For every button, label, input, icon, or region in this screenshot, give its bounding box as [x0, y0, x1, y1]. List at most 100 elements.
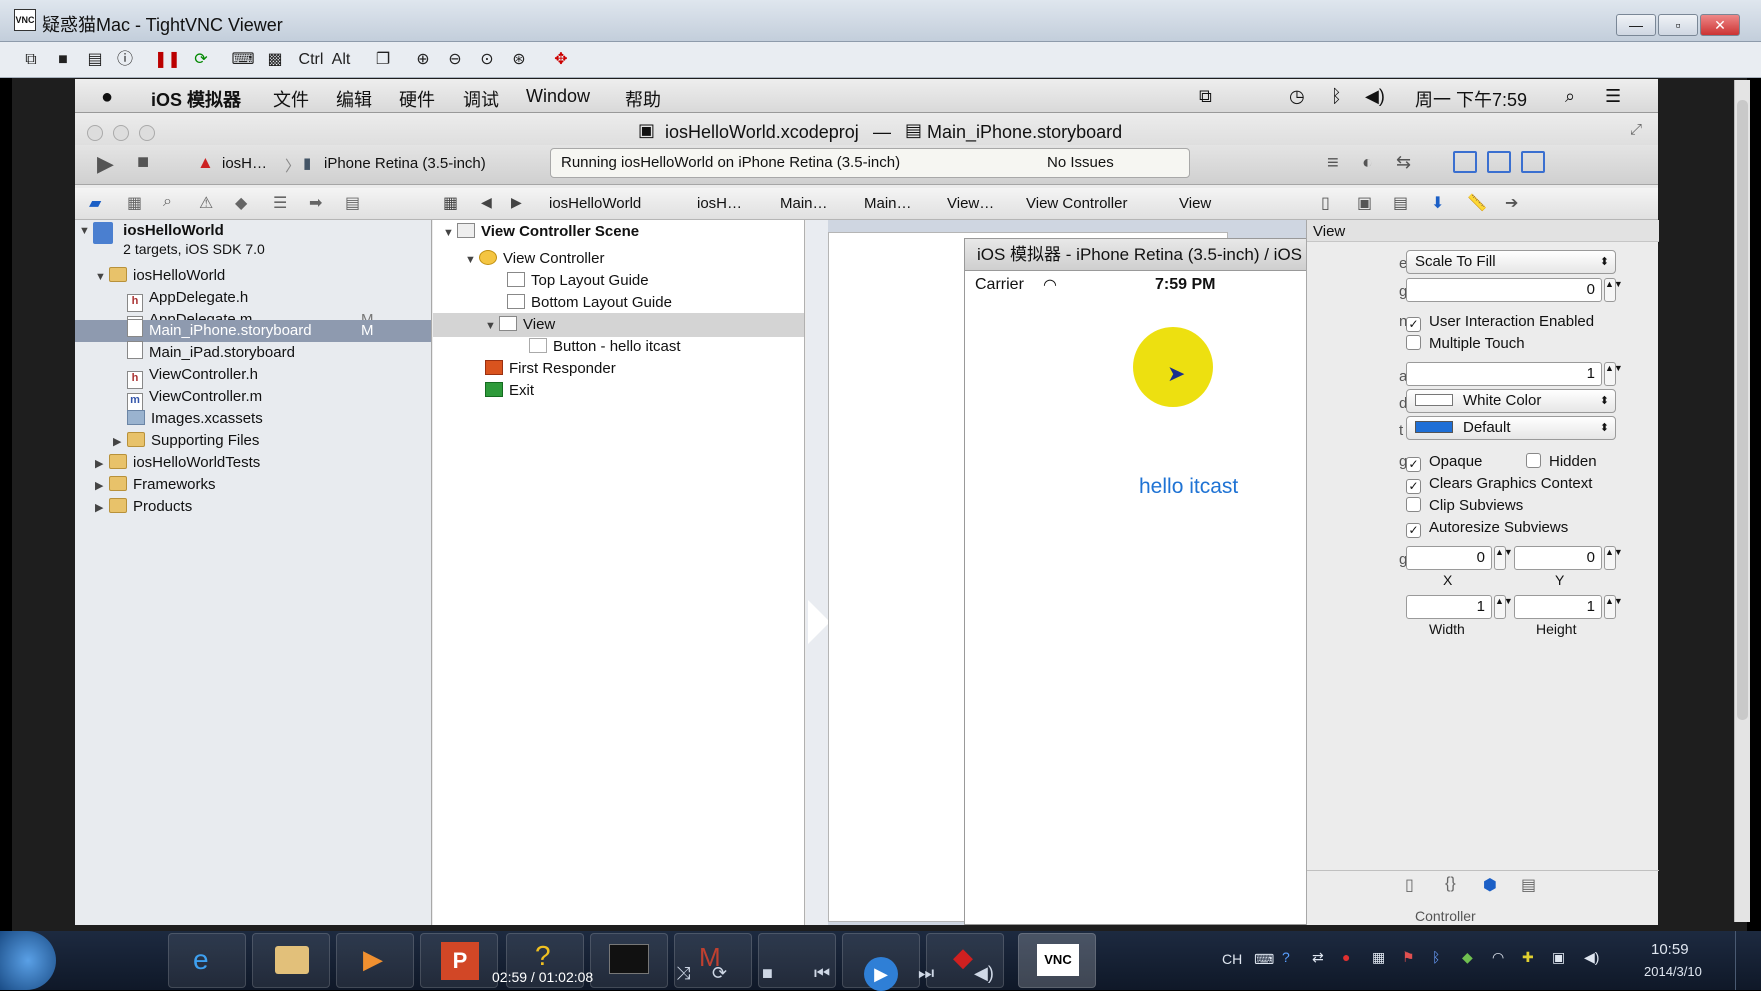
assistant-editor-icon[interactable]: ◐	[1362, 152, 1373, 173]
log-navigator-icon[interactable]: ▤	[345, 193, 360, 213]
close-button[interactable]: ✕	[1700, 14, 1740, 36]
file-inspector-icon[interactable]: ▯	[1321, 193, 1330, 213]
media-library-icon[interactable]: ▤	[1521, 875, 1536, 895]
jump-item-storyboard[interactable]: Main…	[780, 195, 828, 212]
stretch-height-stepper[interactable]: ▲▼	[1604, 595, 1623, 619]
fullscreen-icon[interactable]: ✥	[548, 47, 574, 73]
jump-item-scene[interactable]: View…	[947, 195, 994, 212]
apple-icon[interactable]: ●	[101, 86, 113, 109]
nav-group-row[interactable]: ▶ Products	[95, 495, 192, 519]
clip-subviews-checkbox[interactable]: Clip Subviews	[1406, 497, 1523, 514]
ie-taskbar-button[interactable]: e	[168, 933, 246, 988]
alpha-stepper[interactable]: ▲▼	[1604, 362, 1623, 386]
volume-icon[interactable]: ◀)	[1365, 86, 1385, 107]
nav-file-row[interactable]: h ViewController.h	[127, 363, 258, 389]
window-close-button[interactable]	[87, 125, 103, 141]
time-machine-icon[interactable]: ◷	[1289, 86, 1305, 107]
cmd-taskbar-button[interactable]	[590, 933, 668, 988]
stretch-x-stepper[interactable]: ▲▼	[1494, 546, 1513, 570]
new-connection-icon[interactable]: ⧉	[18, 47, 44, 73]
stretch-width-field[interactable]: 1	[1406, 595, 1492, 619]
test-navigator-icon[interactable]: ◆	[235, 193, 247, 213]
toggle-debug-area-icon[interactable]	[1487, 151, 1511, 173]
opaque-checkbox[interactable]: ✓ Opaque	[1406, 453, 1482, 472]
previous-icon[interactable]: ⏮	[814, 963, 830, 984]
nav-project-row[interactable]: ▼ iosHelloWorld 2 targets, iOS SDK 7.0	[79, 222, 265, 257]
multiple-touch-checkbox[interactable]: Multiple Touch	[1406, 335, 1525, 352]
issue-navigator-icon[interactable]: ⚠	[199, 193, 213, 213]
outline-view-row-selected[interactable]: ▼ View	[433, 313, 804, 337]
network-icon[interactable]: ▦	[1372, 949, 1385, 966]
menu-file[interactable]: 文件	[273, 86, 309, 112]
tray-icon-3[interactable]: ▣	[1552, 949, 1565, 966]
code-snippet-library-icon[interactable]: {}	[1445, 875, 1456, 893]
tint-color-popup[interactable]: Default ⬍	[1406, 416, 1616, 440]
project-navigator-icon[interactable]: ▰	[89, 193, 101, 213]
fullscreen-arrows-icon[interactable]: ⤢	[1630, 121, 1642, 138]
nav-file-row[interactable]: h AppDelegate.h	[127, 286, 427, 312]
repeat-icon[interactable]: ⟳	[712, 963, 727, 984]
hello-itcast-button[interactable]: hello itcast	[1139, 475, 1238, 499]
background-color-popup[interactable]: White Color ⬍	[1406, 389, 1616, 413]
menu-hardware[interactable]: 硬件	[399, 86, 435, 112]
powerpoint-taskbar-button[interactable]: P	[420, 933, 498, 988]
outline-vc-row[interactable]: ▼ View Controller	[465, 247, 604, 271]
save-icon[interactable]: ■	[50, 47, 76, 73]
pause-icon[interactable]: ❚❚	[154, 47, 181, 73]
jump-item-view-controller[interactable]: View Controller	[1026, 195, 1127, 212]
stretch-y-stepper[interactable]: ▲▼	[1604, 546, 1623, 570]
record-icon[interactable]: ●	[1342, 949, 1350, 965]
vnc-vertical-scrollbar[interactable]	[1734, 80, 1750, 922]
nav-group-row[interactable]: ▼ iosHelloWorld	[95, 264, 225, 288]
outline-scene-row[interactable]: ▼ View Controller Scene	[443, 220, 639, 244]
issues-text[interactable]: No Issues	[1047, 154, 1114, 171]
related-items-icon[interactable]: ▦	[443, 193, 458, 213]
identity-inspector-icon[interactable]: ▤	[1393, 193, 1408, 213]
hidden-checkbox[interactable]: Hidden	[1526, 453, 1597, 470]
window-zoom-button[interactable]	[139, 125, 155, 141]
nav-file-row[interactable]: Main_iPad.storyboard	[127, 341, 295, 365]
content-mode-popup[interactable]: Scale To Fill ⬍	[1406, 250, 1616, 274]
stretch-height-field[interactable]: 1	[1514, 595, 1602, 619]
media-volume-icon[interactable]: ◀)	[974, 963, 994, 984]
nav-file-row[interactable]: Images.xcassets	[127, 407, 263, 431]
maximize-button[interactable]: ▫	[1658, 14, 1698, 36]
clipboard-icon[interactable]: ❐	[370, 47, 396, 73]
nav-group-row[interactable]: ▶ Frameworks	[95, 473, 216, 497]
symbol-navigator-icon[interactable]: ▦	[127, 193, 142, 213]
attributes-inspector-icon[interactable]: ⬇	[1431, 193, 1444, 213]
keyboard-icon[interactable]: ⌨	[1254, 951, 1274, 968]
clears-context-checkbox[interactable]: ✓ Clears Graphics Context	[1406, 475, 1592, 494]
minimize-button[interactable]: —	[1616, 14, 1656, 36]
alpha-field[interactable]: 1	[1406, 362, 1602, 386]
vnc-taskbar-button[interactable]: VNC	[1018, 933, 1096, 988]
nav-group-row[interactable]: ▶ Supporting Files	[113, 429, 259, 453]
ctrl-alt-del-icon[interactable]: ⌨	[230, 47, 256, 73]
zoom-fit-icon[interactable]: ⊛	[506, 47, 532, 73]
nav-file-row[interactable]: m ViewController.m	[127, 385, 262, 411]
stretch-x-field[interactable]: 0	[1406, 546, 1492, 570]
start-button[interactable]	[0, 931, 56, 990]
version-editor-icon[interactable]: ⇆	[1396, 152, 1411, 173]
menu-window[interactable]: Window	[526, 86, 590, 107]
object-library-icon[interactable]: ⬢	[1483, 875, 1497, 895]
connections-inspector-icon[interactable]: ➔	[1505, 193, 1518, 213]
jump-item-group[interactable]: iosH…	[697, 195, 742, 212]
outline-exit-row[interactable]: Exit	[485, 379, 534, 403]
nav-group-row[interactable]: ▶ iosHelloWorldTests	[95, 451, 260, 475]
options-icon[interactable]: ▤	[82, 47, 108, 73]
find-navigator-icon[interactable]: ⌕	[163, 193, 172, 211]
menu-debug[interactable]: 调试	[463, 86, 499, 112]
forward-icon[interactable]: ▶	[511, 194, 522, 211]
display-icon[interactable]: ⧉	[1199, 86, 1212, 107]
device-selector[interactable]: iPhone Retina (3.5-inch)	[324, 155, 486, 172]
volume-tray-icon[interactable]: ◀)	[1584, 949, 1599, 966]
security-icon[interactable]: ◆	[1462, 949, 1473, 966]
jump-item-storyboard-base[interactable]: Main…	[864, 195, 912, 212]
tray-clock-time[interactable]: 10:59	[1651, 941, 1689, 958]
zoom-out-icon[interactable]: ⊖	[442, 47, 468, 73]
menu-app[interactable]: iOS 模拟器	[151, 86, 241, 112]
size-inspector-icon[interactable]: 📏	[1467, 193, 1487, 213]
help-tray-icon[interactable]: ?	[1282, 949, 1290, 965]
alt-key-button[interactable]: Alt	[326, 47, 356, 73]
